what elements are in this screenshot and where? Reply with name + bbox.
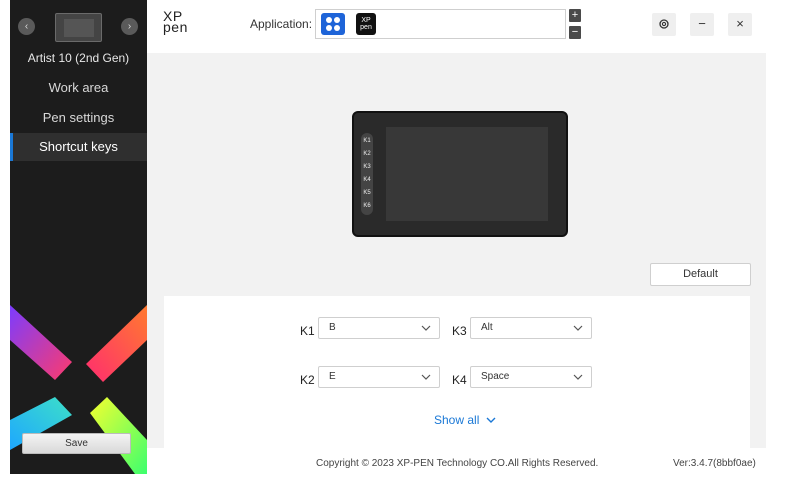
chevron-down-icon: [573, 325, 583, 331]
shortcut-value-k3: Alt: [481, 322, 493, 333]
tablet-key-k1[interactable]: K1: [361, 138, 373, 144]
gear-icon: [659, 19, 669, 29]
show-all-label: Show all: [434, 413, 480, 427]
device-name: Artist 10 (2nd Gen): [27, 51, 130, 65]
chevron-down-icon: [421, 374, 431, 380]
tablet-key-k5[interactable]: K5: [361, 190, 373, 196]
deco-stripe-orange: [86, 305, 147, 382]
remove-application-button[interactable]: −: [569, 26, 581, 39]
shortcut-select-k3[interactable]: Alt: [470, 317, 592, 339]
chevron-down-icon: [486, 417, 496, 423]
copyright-text: Copyright © 2023 XP-PEN Technology CO.Al…: [316, 458, 599, 469]
shortcut-select-k2[interactable]: E: [318, 366, 440, 388]
shortcut-select-k1[interactable]: B: [318, 317, 440, 339]
shortcut-select-k4[interactable]: Space: [470, 366, 592, 388]
shortcut-value-k1: B: [329, 322, 336, 333]
sidebar-item-work-area[interactable]: Work area: [10, 74, 147, 102]
default-button[interactable]: Default: [650, 263, 751, 286]
xppen-app-icon[interactable]: XP pen: [356, 13, 376, 35]
xppen-logo: XP pen: [163, 9, 188, 35]
close-button[interactable]: ×: [728, 13, 752, 36]
tablet-active-area: [386, 127, 548, 221]
xppen-app-icon-line-1: XP: [361, 17, 371, 24]
tablet-express-keys: K1 K2 K3 K4 K5 K6: [361, 133, 373, 215]
logo-line-2: pen: [163, 19, 188, 35]
device-thumbnail: [55, 13, 102, 42]
tablet-key-k2[interactable]: K2: [361, 151, 373, 157]
sidebar-item-shortcut-keys[interactable]: Shortcut keys: [10, 133, 147, 161]
shortcut-label-k2: K2: [300, 373, 315, 387]
tablet-illustration: K1 K2 K3 K4 K5 K6: [352, 111, 568, 237]
xppen-app-icon-line-2: pen: [360, 24, 372, 31]
shortcut-label-k4: K4: [452, 373, 467, 387]
chevron-right-icon[interactable]: ›: [121, 18, 138, 35]
shortcut-value-k4: Space: [481, 371, 510, 382]
tablet-key-k6[interactable]: K6: [361, 203, 373, 209]
main-panel: K1 K2 K3 K4 K5 K6 Default K1 B K3 Alt K2: [147, 53, 766, 448]
chevron-left-icon[interactable]: ‹: [18, 18, 35, 35]
add-application-button[interactable]: +: [569, 9, 581, 22]
sidebar-item-pen-settings[interactable]: Pen settings: [10, 104, 147, 132]
version-text: Ver:3.4.7(8bbf0ae): [673, 458, 756, 469]
minimize-button[interactable]: −: [690, 13, 714, 36]
shortcut-keys-panel: K1 B K3 Alt K2 E K4 Space Show all: [164, 296, 750, 448]
shortcut-label-k1: K1: [300, 324, 315, 338]
chevron-down-icon: [573, 374, 583, 380]
sidebar: ‹ › Artist 10 (2nd Gen) Work area Pen se…: [10, 0, 147, 474]
all-applications-icon[interactable]: [321, 13, 345, 35]
application-label: Application:: [250, 17, 313, 31]
tablet-key-k4[interactable]: K4: [361, 177, 373, 183]
save-button[interactable]: Save: [22, 433, 131, 454]
deco-stripe-purple: [10, 305, 72, 380]
show-all-link[interactable]: Show all: [434, 413, 496, 427]
app-window: ‹ › Artist 10 (2nd Gen) Work area Pen se…: [0, 0, 786, 484]
application-list: XP pen: [315, 9, 566, 39]
device-switcher: ‹ ›: [10, 13, 147, 43]
shortcut-value-k2: E: [329, 371, 336, 382]
chevron-down-icon: [421, 325, 431, 331]
shortcut-label-k3: K3: [452, 324, 467, 338]
settings-button[interactable]: [652, 13, 676, 36]
tablet-key-k3[interactable]: K3: [361, 164, 373, 170]
